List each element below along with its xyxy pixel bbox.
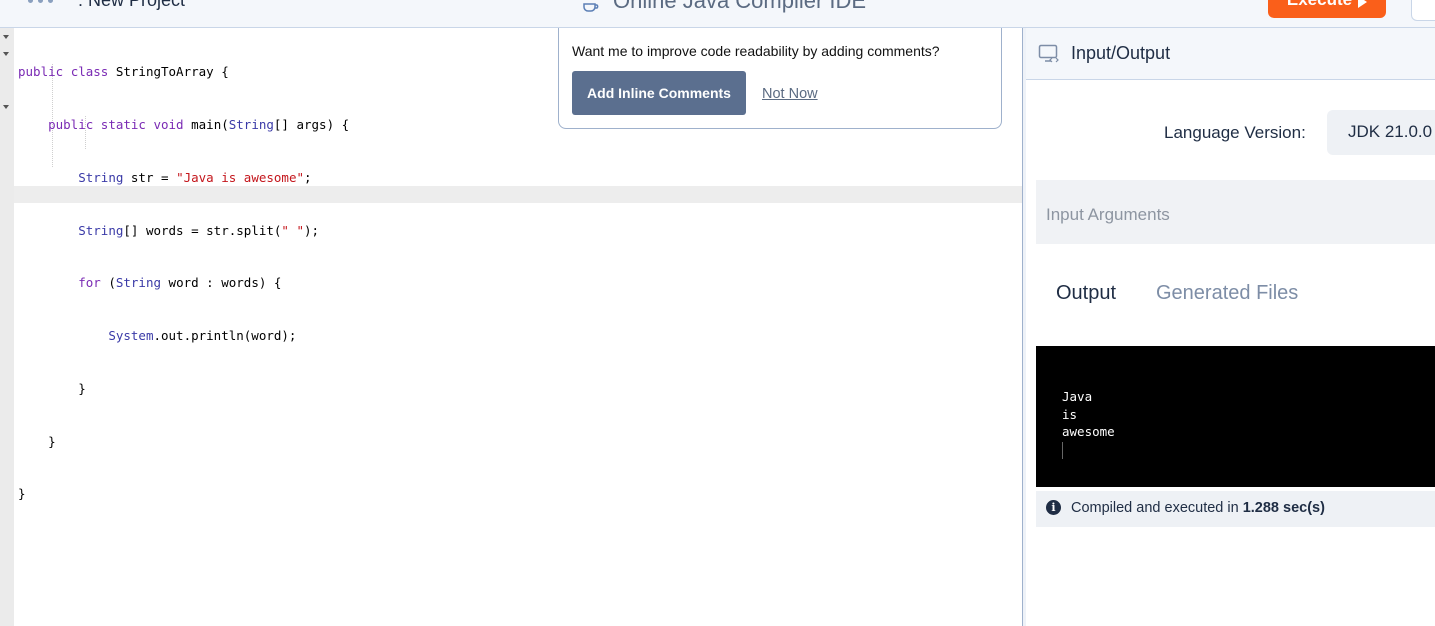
- tab-output[interactable]: Output: [1056, 282, 1116, 305]
- code-line: for (String word : words) {: [78, 275, 282, 291]
- monitor-code-icon: [1038, 44, 1059, 63]
- execute-button[interactable]: Execute: [1268, 0, 1386, 18]
- language-version-label: Language Version:: [1164, 123, 1306, 142]
- editor-gutter: [0, 28, 14, 626]
- top-header: : New Project Online Java Compiler IDE E…: [0, 0, 1435, 28]
- output-line: Java: [1062, 389, 1093, 404]
- code-line: }: [18, 486, 26, 502]
- execution-status: i Compiled and executed in 1.288 sec(s): [1036, 491, 1435, 527]
- output-terminal[interactable]: Java is awesome: [1036, 346, 1435, 487]
- code-line: String str = "Java is awesome";: [78, 169, 312, 185]
- code-text[interactable]: public class StringToArray { public stat…: [18, 28, 349, 538]
- not-now-link[interactable]: Not Now: [762, 86, 818, 102]
- info-icon: i: [1046, 500, 1061, 515]
- fold-arrow-icon[interactable]: [3, 105, 9, 109]
- status-prefix: Compiled and executed in: [1071, 500, 1239, 516]
- popup-question: Want me to improve code readability by a…: [572, 43, 940, 59]
- code-line: }: [18, 433, 56, 449]
- code-line: String[] words = str.split(" ");: [78, 222, 320, 238]
- output-text: Java is awesome: [1062, 388, 1115, 441]
- code-line: public static void main(String[] args) {: [48, 116, 350, 132]
- io-panel: Input/Output Language Version: JDK 21.0.…: [1026, 28, 1435, 626]
- status-time: 1.288 sec(s): [1242, 500, 1325, 516]
- play-icon: [1358, 0, 1368, 8]
- code-line: }: [18, 380, 86, 396]
- header-edge-button[interactable]: [1411, 0, 1435, 21]
- input-arguments-field[interactable]: [1036, 180, 1435, 244]
- io-panel-header: Input/Output: [1026, 28, 1435, 80]
- menu-dots-icon[interactable]: [28, 0, 53, 3]
- status-text: Compiled and executed in 1.288 sec(s): [1071, 500, 1325, 516]
- execute-label: Execute: [1287, 0, 1352, 10]
- code-line: System.out.println(word);: [108, 328, 297, 344]
- language-version-select[interactable]: JDK 21.0.0: [1327, 110, 1435, 155]
- output-line: awesome: [1062, 424, 1115, 439]
- java-logo-icon: [583, 3, 599, 12]
- io-panel-title: Input/Output: [1071, 43, 1171, 63]
- ai-comment-popup: Want me to improve code readability by a…: [558, 28, 1002, 129]
- add-inline-comments-button[interactable]: Add Inline Comments: [572, 71, 746, 115]
- terminal-cursor: [1062, 442, 1063, 459]
- fold-arrow-icon[interactable]: [3, 35, 9, 39]
- app-root: : New Project Online Java Compiler IDE E…: [0, 0, 1435, 626]
- ide-title: Online Java Compiler IDE: [613, 0, 867, 13]
- code-line: public class StringToArray {: [18, 64, 229, 80]
- fold-arrow-icon[interactable]: [3, 52, 9, 56]
- output-line: is: [1062, 406, 1078, 422]
- project-name[interactable]: : New Project: [78, 0, 185, 11]
- tab-generated-files[interactable]: Generated Files: [1156, 282, 1298, 305]
